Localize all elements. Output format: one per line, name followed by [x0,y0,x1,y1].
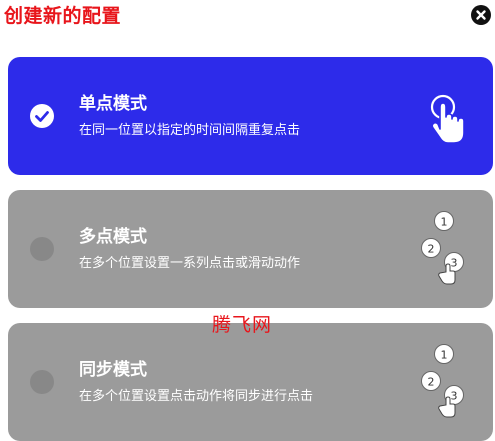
mode-title: 同步模式 [79,360,147,380]
mode-card-sync[interactable]: 同步模式 在多个位置设置点击动作将同步进行点击 1 2 3 [8,323,493,441]
mode-title: 多点模式 [79,227,147,247]
radio-unselected[interactable] [30,370,54,394]
mode-title: 单点模式 [79,94,147,114]
point-label-2: 2 [428,243,435,256]
radio-unselected[interactable] [30,237,54,261]
mode-card-multi[interactable]: 多点模式 在多个位置设置一系列点击或滑动动作 1 2 3 [8,190,493,308]
point-label-1: 1 [441,216,448,229]
dialog-header: 创建新的配置 [0,0,495,40]
close-button[interactable] [471,5,491,25]
close-icon [476,10,486,20]
dialog-title: 创建新的配置 [4,5,122,27]
point-label-3: 3 [451,257,458,270]
mode-description: 在同一位置以指定的时间间隔重复点击 [79,123,301,138]
watermark: 腾飞网 [212,314,273,336]
mode-description: 在多个位置设置一系列点击或滑动动作 [79,256,301,271]
tap-hand-icon [430,94,465,144]
mode-card-single[interactable]: 单点模式 在同一位置以指定的时间间隔重复点击 [8,57,493,175]
radio-selected[interactable] [30,104,54,128]
multi-point-icon: 1 2 3 [421,211,464,285]
point-label-2: 2 [428,376,435,389]
check-icon [35,111,49,122]
mode-description: 在多个位置设置点击动作将同步进行点击 [79,389,314,404]
sync-point-icon: 1 2 3 [421,344,464,418]
point-label-3: 3 [451,390,458,403]
point-label-1: 1 [441,349,448,362]
